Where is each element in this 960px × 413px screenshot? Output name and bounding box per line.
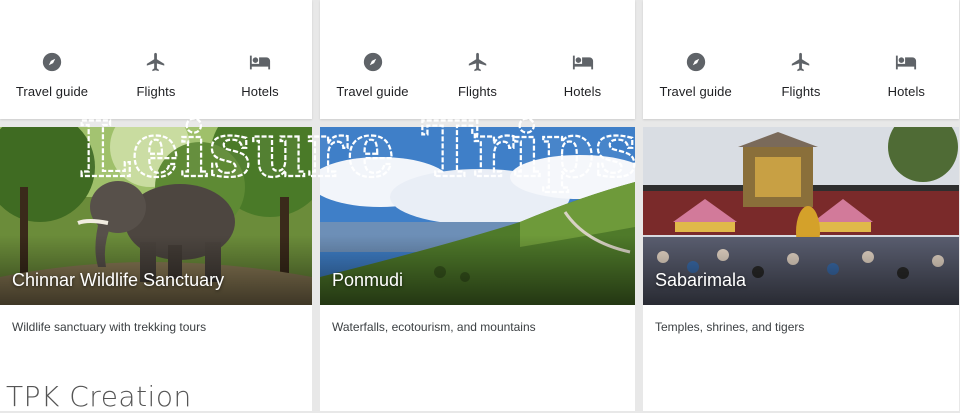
hotels-label: Hotels (563, 84, 602, 99)
airplane-icon (791, 52, 810, 72)
flights-button[interactable]: Flights (106, 0, 206, 99)
travel-guide-button[interactable]: Travel guide (2, 0, 102, 99)
destination-column-1: Travel guide Flights Hotels Chinnar Wild… (0, 0, 312, 411)
hotels-label: Hotels (241, 84, 279, 99)
hotels-button[interactable]: Hotels (533, 0, 633, 99)
action-bar: Travel guide Flights Hotels (320, 0, 635, 119)
destination-card[interactable]: Ponmudi Waterfalls, ecotourism, and moun… (320, 127, 635, 411)
place-description: Temples, shrines, and tigers (655, 320, 805, 334)
bed-icon (249, 55, 271, 70)
flights-label: Flights (136, 84, 176, 99)
flights-label: Flights (458, 84, 497, 99)
airplane-icon (146, 52, 165, 72)
place-name: Chinnar Wildlife Sanctuary (12, 270, 225, 290)
flights-button[interactable]: Flights (428, 0, 528, 99)
destination-photo[interactable]: Ponmudi (320, 127, 635, 305)
hotels-label: Hotels (887, 84, 926, 99)
compass-icon (686, 52, 705, 72)
compass-icon (363, 52, 382, 72)
destination-photo[interactable]: Chinnar Wildlife Sanctuary (0, 127, 312, 305)
place-name: Ponmudi (332, 270, 404, 290)
travel-guide-button[interactable]: Travel guide (323, 0, 423, 99)
destination-photo[interactable]: Sabarimala (643, 127, 959, 305)
travel-guide-label: Travel guide (15, 84, 89, 99)
compass-icon (42, 52, 62, 72)
place-description: Waterfalls, ecotourism, and mountains (332, 320, 536, 334)
action-bar: Travel guide Flights Hotels (0, 0, 312, 119)
travel-guide-button[interactable]: Travel guide (646, 0, 746, 99)
action-bar: Travel guide Flights Hotels (643, 0, 959, 119)
bed-icon (896, 55, 917, 70)
hotels-button[interactable]: Hotels (856, 0, 956, 99)
destination-card[interactable]: Chinnar Wildlife Sanctuary Wildlife sanc… (0, 127, 312, 411)
place-name: Sabarimala (655, 270, 747, 290)
destination-column-3: Travel guide Flights Hotels Sabarimala T… (643, 0, 959, 411)
bed-icon (572, 55, 593, 70)
creator-watermark: TPK Creation (6, 380, 192, 413)
hotels-button[interactable]: Hotels (210, 0, 310, 99)
destination-card[interactable]: Sabarimala Temples, shrines, and tigers (643, 127, 959, 411)
flights-button[interactable]: Flights (751, 0, 851, 99)
destination-column-2: Travel guide Flights Hotels Ponmudi Wate… (320, 0, 635, 411)
travel-guide-label: Travel guide (659, 84, 732, 99)
travel-guide-label: Travel guide (336, 84, 409, 99)
flights-label: Flights (781, 84, 821, 99)
place-description: Wildlife sanctuary with trekking tours (12, 320, 207, 334)
airplane-icon (468, 52, 486, 72)
